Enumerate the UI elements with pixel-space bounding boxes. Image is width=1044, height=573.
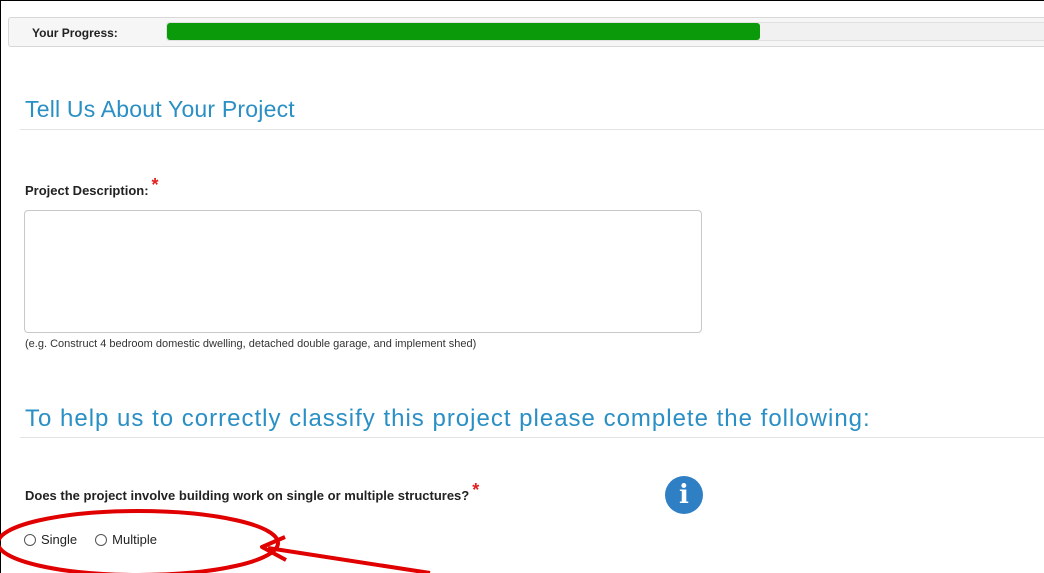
structures-question-text: Does the project involve building work o… (25, 488, 470, 503)
section-title-classify: To help us to correctly classify this pr… (25, 405, 871, 432)
radio-button[interactable] (95, 533, 108, 546)
info-icon[interactable]: i (665, 476, 703, 514)
project-description-label-text: Project Description: (25, 183, 149, 198)
project-description-label: Project Description: * (25, 175, 159, 202)
progress-label: Your Progress: (32, 26, 118, 40)
radio-option-multiple[interactable]: Multiple (95, 532, 157, 547)
progress-section: Your Progress: (8, 17, 1044, 47)
progress-bar (166, 22, 1044, 41)
radio-option-single[interactable]: Single (24, 532, 77, 547)
required-marker: * (472, 480, 480, 500)
radio-label-single: Single (41, 532, 78, 547)
structures-question-label: Does the project involve building work o… (25, 480, 479, 507)
structures-radio-group: Single Multiple (24, 532, 175, 547)
required-marker: * (151, 175, 159, 195)
project-description-input[interactable] (24, 210, 702, 333)
radio-button[interactable] (24, 533, 36, 546)
section-divider (20, 437, 1044, 438)
section-title-project: Tell Us About Your Project (25, 96, 295, 122)
progress-fill (167, 23, 760, 40)
radio-label-multiple: Multiple (112, 532, 157, 547)
section-divider (20, 129, 1044, 130)
project-description-hint: (e.g. Construct 4 bedroom domestic dwell… (25, 338, 477, 350)
